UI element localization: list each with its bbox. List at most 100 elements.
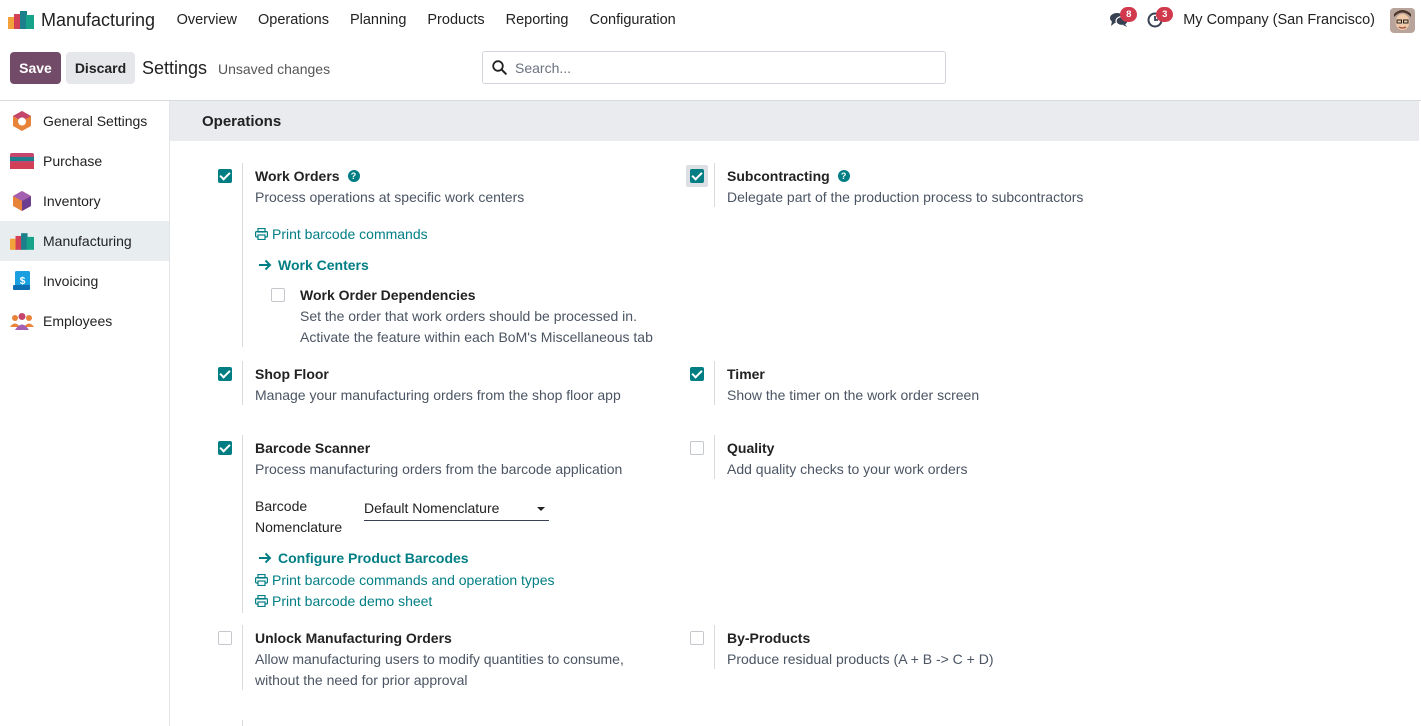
divider xyxy=(242,625,243,690)
subcontracting-desc: Delegate part of the production process … xyxy=(727,189,1084,205)
unsaved-status: Unsaved changes xyxy=(218,61,331,77)
svg-text:$: $ xyxy=(20,276,26,287)
user-avatar[interactable] xyxy=(1390,7,1415,33)
sidebar-item-employees[interactable]: Employees xyxy=(0,301,169,341)
sidebar-item-label: Inventory xyxy=(43,193,101,209)
link-label: Print barcode commands and operation typ… xyxy=(272,572,555,588)
quality-desc: Add quality checks to your work orders xyxy=(727,461,968,477)
divider xyxy=(714,361,715,405)
page-title: Settings xyxy=(142,58,208,78)
settings-sidebar: General Settings Purchase Inventory Manu… xyxy=(0,101,170,726)
sidebar-item-purchase[interactable]: Purchase xyxy=(0,141,169,181)
divider xyxy=(714,625,715,669)
divider xyxy=(242,361,243,405)
menu-reporting[interactable]: Reporting xyxy=(495,0,579,40)
sidebar-item-inventory[interactable]: Inventory xyxy=(0,181,169,221)
general-settings-icon xyxy=(10,110,34,132)
work-order-dependencies-desc: Set the order that work orders should be… xyxy=(300,308,637,324)
subcontracting-checkbox[interactable] xyxy=(690,169,704,183)
printer-icon xyxy=(255,574,268,586)
search-box[interactable] xyxy=(482,51,946,84)
shop-floor-desc: Manage your manufacturing orders from th… xyxy=(255,387,621,403)
quality-title: Quality xyxy=(727,440,775,456)
save-button[interactable]: Save xyxy=(10,52,61,84)
link-label: Print barcode commands xyxy=(272,226,428,242)
discard-button[interactable]: Discard xyxy=(66,52,135,84)
menu-products[interactable]: Products xyxy=(417,0,495,40)
shop-floor-title: Shop Floor xyxy=(255,366,329,382)
work-orders-title: Work Orders ? xyxy=(255,168,360,184)
sidebar-item-label: Purchase xyxy=(43,153,103,169)
caret-down-icon xyxy=(537,507,545,511)
menu-operations[interactable]: Operations xyxy=(248,0,340,40)
search-icon xyxy=(492,60,507,75)
configure-product-barcodes-link[interactable]: Configure Product Barcodes xyxy=(258,550,469,566)
divider xyxy=(242,435,243,613)
purchase-icon xyxy=(10,150,34,172)
app-name: Manufacturing xyxy=(41,9,156,30)
by-products-checkbox[interactable] xyxy=(690,631,704,645)
help-icon[interactable]: ? xyxy=(837,170,850,182)
menu-overview[interactable]: Overview xyxy=(166,0,247,40)
activities-button[interactable]: 3 xyxy=(1141,0,1174,40)
divider xyxy=(242,720,243,726)
section-title: Operations xyxy=(202,113,282,130)
menu-configuration[interactable]: Configuration xyxy=(579,0,686,40)
shop-floor-checkbox[interactable] xyxy=(218,367,232,381)
by-products-desc: Produce residual products (A + B -> C + … xyxy=(727,651,994,667)
unlock-mo-checkbox[interactable] xyxy=(218,631,232,645)
menu-planning[interactable]: Planning xyxy=(339,0,416,40)
unlock-mo-title: Unlock Manufacturing Orders xyxy=(255,630,452,646)
messages-button[interactable]: 8 xyxy=(1105,0,1138,40)
quality-checkbox[interactable] xyxy=(690,441,704,455)
help-icon[interactable]: ? xyxy=(347,170,360,182)
by-products-title: By-Products xyxy=(727,630,811,646)
divider xyxy=(714,435,715,479)
manufacturing-logo-icon xyxy=(8,11,34,29)
search-input[interactable] xyxy=(515,59,935,76)
barcode-nomenclature-select[interactable]: Default Nomenclature xyxy=(364,499,549,521)
section-header: Operations xyxy=(170,101,1419,141)
subcontracting-title: Subcontracting ? xyxy=(727,168,850,184)
control-panel: Save Discard Settings Unsaved changes xyxy=(0,40,1421,101)
work-order-dependencies-checkbox[interactable] xyxy=(271,288,285,302)
sidebar-item-manufacturing[interactable]: Manufacturing xyxy=(0,221,169,261)
activities-badge: 3 xyxy=(1156,7,1174,22)
sidebar-item-label: Manufacturing xyxy=(43,233,132,249)
timer-checkbox[interactable] xyxy=(690,367,704,381)
work-order-dependencies-title: Work Order Dependencies xyxy=(300,287,476,303)
link-label: Print barcode demo sheet xyxy=(272,593,433,609)
divider xyxy=(242,163,243,347)
barcode-scanner-checkbox[interactable] xyxy=(218,441,232,455)
sidebar-item-label: General Settings xyxy=(43,113,148,129)
barcode-nomenclature-label: Nomenclature xyxy=(255,519,343,535)
invoicing-icon: $ xyxy=(10,270,34,292)
sidebar-item-general-settings[interactable]: General Settings xyxy=(0,101,169,141)
print-barcode-operations-link[interactable]: Print barcode commands and operation typ… xyxy=(255,572,555,588)
link-label: Configure Product Barcodes xyxy=(278,550,469,566)
printer-icon xyxy=(255,595,268,607)
app-brand[interactable]: Manufacturing xyxy=(8,0,155,40)
print-barcode-demo-link[interactable]: Print barcode demo sheet xyxy=(255,593,432,609)
barcode-scanner-desc: Process manufacturing orders from the ba… xyxy=(255,461,623,477)
select-value: Default Nomenclature xyxy=(364,500,500,516)
link-label: Work Centers xyxy=(278,257,369,273)
company-switcher[interactable]: My Company (San Francisco) xyxy=(1183,12,1375,28)
barcode-scanner-title: Barcode Scanner xyxy=(255,440,371,456)
timer-title: Timer xyxy=(727,366,765,382)
print-barcode-commands-link[interactable]: Print barcode commands xyxy=(255,226,428,242)
work-orders-checkbox[interactable] xyxy=(218,169,232,183)
top-navbar: Manufacturing Overview Operations Planni… xyxy=(0,0,1421,40)
unlock-mo-desc: without the need for prior approval xyxy=(255,672,468,688)
user-avatar-icon xyxy=(1390,7,1415,33)
sidebar-item-invoicing[interactable]: $ Invoicing xyxy=(0,261,169,301)
barcode-nomenclature-label: Barcode xyxy=(255,498,308,514)
work-centers-link[interactable]: Work Centers xyxy=(258,257,369,273)
divider xyxy=(714,163,715,207)
printer-icon xyxy=(255,228,268,240)
inventory-icon xyxy=(10,190,34,212)
sidebar-item-label: Invoicing xyxy=(43,273,99,289)
arrow-right-icon xyxy=(259,552,272,564)
arrow-right-icon xyxy=(259,259,272,271)
work-order-dependencies-desc: Activate the feature within each BoM's M… xyxy=(300,329,653,345)
